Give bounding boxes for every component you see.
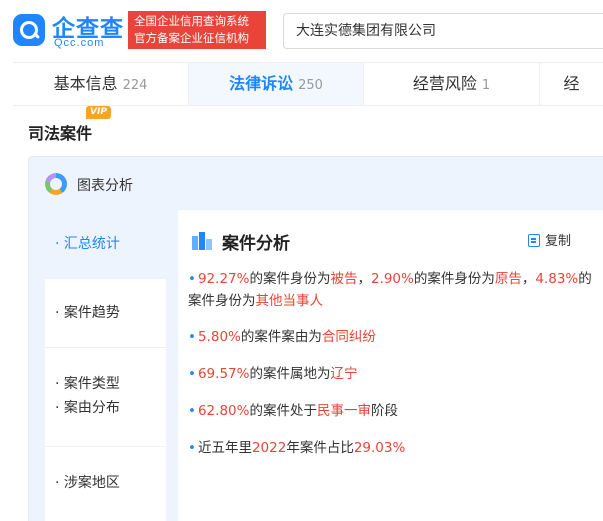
nav-item-label: 涉案地区 <box>63 475 120 491</box>
copy-button[interactable]: 复制 <box>528 230 571 249</box>
stat-five-year: • 近五年里2022年案件占比29.03% <box>188 440 406 456</box>
logo-icon[interactable] <box>13 14 45 46</box>
badge-line-2: 官方备案企业征信机构 <box>134 31 249 45</box>
section-title: 司法案件 <box>28 124 93 143</box>
nav-item-label: 汇总统计 <box>63 236 120 252</box>
nav-item-label-2: 案由分布 <box>63 400 120 416</box>
stat-party-role: • 92.27%的案件身份为被告，2.90%的案件身份为原告，4.83%的案件身份… <box>188 271 592 309</box>
tab-basic-info[interactable]: 基本信息 224 <box>13 63 188 105</box>
tab-count: 1 <box>481 78 491 93</box>
tab-label: 经营风险 <box>412 74 477 93</box>
tab-label: 基本信息 <box>53 74 118 93</box>
vip-badge: VIP <box>86 106 111 119</box>
tab-business-risk[interactable]: 经营风险 1 <box>364 63 539 105</box>
tab-count: 224 <box>122 78 148 93</box>
stat-case-region: • 69.57%的案件属地为辽宁 <box>188 366 358 382</box>
case-analysis-content: 案件分析 复制 • 92.27%的案件身份为被告，2.90%的案件身份为原告，4.… <box>178 210 603 521</box>
tab-bar: 基本信息 224 法律诉讼 250 经营风险 1 经 <box>13 62 603 106</box>
panel-title: 图表分析 <box>77 178 133 194</box>
tab-label: 法律诉讼 <box>229 74 294 93</box>
nav-item-region[interactable]: · 涉案地区 <box>45 447 166 521</box>
badge-line-1: 全国企业信用查询系统 <box>134 14 249 28</box>
bar-chart-icon <box>190 230 214 252</box>
search-input[interactable]: 大连实德集团有限公司 <box>283 13 603 49</box>
tab-count: 250 <box>298 78 323 93</box>
nav-item-summary[interactable]: · 汇总统计 <box>45 210 166 278</box>
copy-label: 复制 <box>545 234 572 249</box>
stat-case-cause: • 5.80%的案件案由为合同纠纷 <box>188 329 376 345</box>
nav-item-case-type[interactable]: · 案件类型 · 案由分布 <box>45 348 166 446</box>
stat-case-stage: • 62.80%的案件处于民事一审阶段 <box>188 403 398 419</box>
certification-badge: 全国企业信用查询系统 官方备案企业征信机构 <box>128 11 266 49</box>
nav-item-label: 案件类型 <box>63 376 120 392</box>
tab-partial[interactable]: 经 <box>540 63 603 105</box>
chart-analysis-panel: 图表分析 · 汇总统计 · 案件趋势 · 案件类型 · 案由分布 · 涉案地区 … <box>28 156 603 521</box>
logo-subtitle: Qcc.com <box>54 37 105 49</box>
tab-legal-litigation[interactable]: 法律诉讼 250 <box>189 63 363 105</box>
pie-chart-icon <box>45 173 67 195</box>
content-title: 案件分析 <box>222 234 290 254</box>
copy-icon <box>528 234 540 247</box>
site-header: 企查查 Qcc.com 全国企业信用查询系统 官方备案企业征信机构 大连实德集团… <box>0 0 603 60</box>
analysis-nav: · 汇总统计 · 案件趋势 · 案件类型 · 案由分布 · 涉案地区 <box>45 210 166 521</box>
nav-item-label: 案件趋势 <box>63 305 120 321</box>
nav-item-case-trend[interactable]: · 案件趋势 <box>45 279 166 347</box>
tab-label: 经 <box>563 74 580 93</box>
